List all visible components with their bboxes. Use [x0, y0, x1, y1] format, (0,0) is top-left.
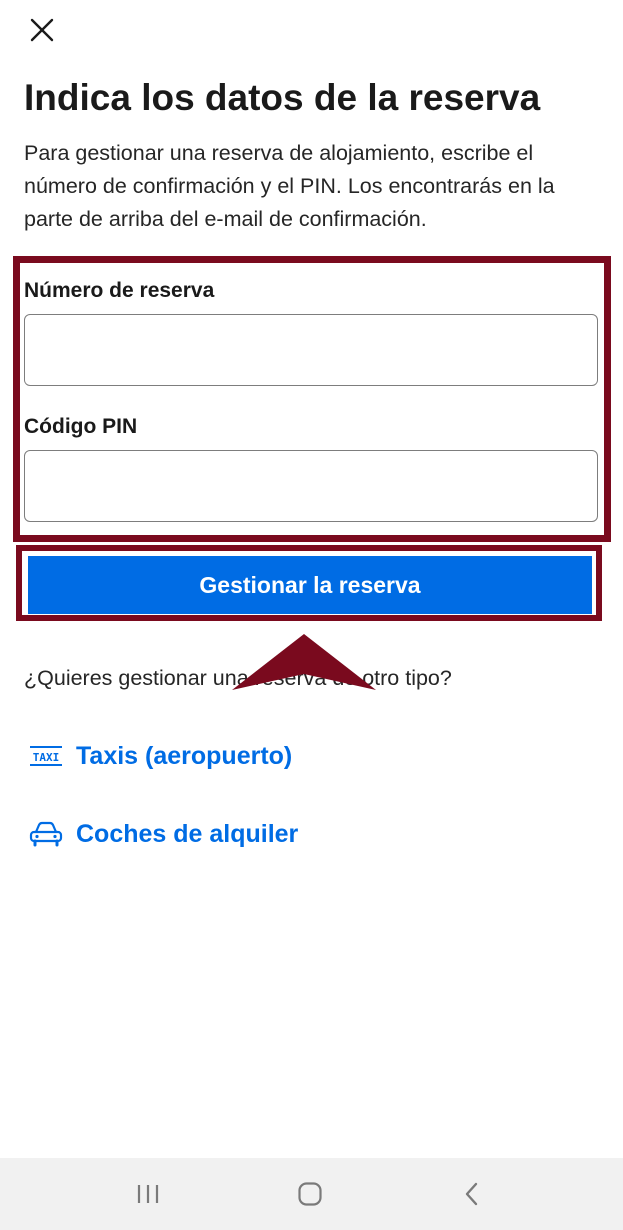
- annotation-arrow-icon: [232, 634, 376, 690]
- system-nav-bar: [0, 1158, 623, 1230]
- back-icon: [465, 1182, 478, 1206]
- intro-text: Para gestionar una reserva de alojamient…: [24, 141, 555, 231]
- taxi-link-label: Taxis (aeropuerto): [76, 742, 293, 770]
- taxi-icon: TAXI: [28, 742, 66, 770]
- home-button[interactable]: [290, 1178, 330, 1210]
- recent-apps-icon: [137, 1185, 159, 1203]
- car-rental-link[interactable]: Coches de alquiler: [28, 818, 298, 850]
- manage-booking-screen: Indica los datos de la reserva Para gest…: [0, 0, 623, 1230]
- close-icon: [30, 18, 54, 42]
- manage-booking-button[interactable]: Gestionar la reserva: [28, 556, 592, 614]
- pin-code-input[interactable]: [24, 450, 598, 522]
- car-icon: [28, 820, 66, 848]
- page-title: Indica los datos de la reserva: [24, 77, 541, 118]
- taxi-link[interactable]: TAXI Taxis (aeropuerto): [28, 740, 292, 772]
- recent-apps-button[interactable]: [128, 1178, 168, 1210]
- car-rental-link-label: Coches de alquiler: [76, 820, 299, 848]
- booking-number-input[interactable]: [24, 314, 598, 386]
- booking-number-label: Número de reserva: [24, 279, 215, 302]
- pin-code-label: Código PIN: [24, 415, 138, 438]
- close-button[interactable]: [24, 12, 60, 48]
- svg-text:TAXI: TAXI: [33, 751, 60, 764]
- back-button[interactable]: [452, 1178, 492, 1210]
- home-icon: [298, 1182, 322, 1206]
